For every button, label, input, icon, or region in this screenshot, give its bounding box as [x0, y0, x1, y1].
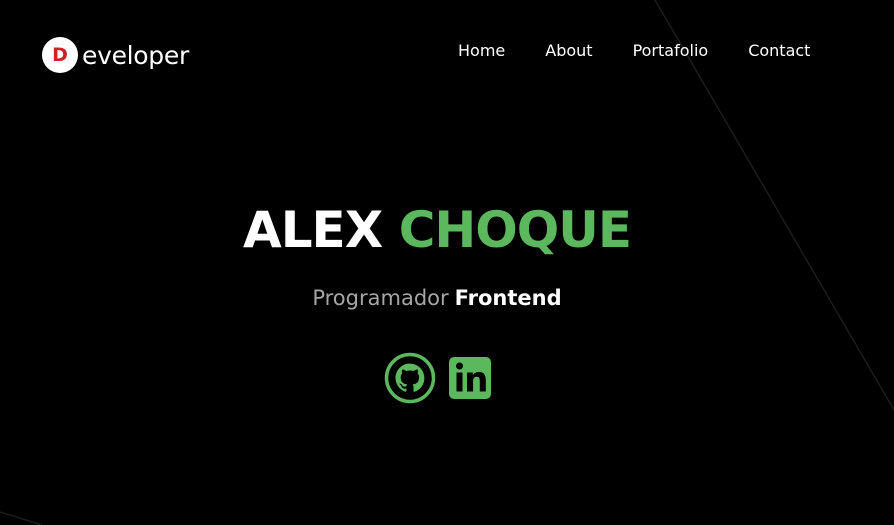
main-nav: Home About Portafolio Contact	[458, 40, 810, 62]
nav-about[interactable]: About	[545, 40, 592, 62]
github-link[interactable]	[384, 352, 436, 404]
logo-text: eveloper	[82, 40, 189, 70]
nav-contact[interactable]: Contact	[748, 40, 810, 62]
site-logo[interactable]: D eveloper	[42, 37, 189, 73]
hero-name-last: CHOQUE	[398, 201, 632, 259]
background-lines	[0, 0, 894, 525]
linkedin-icon	[449, 357, 491, 399]
hero-name-first: ALEX	[243, 201, 383, 259]
nav-home[interactable]: Home	[458, 40, 505, 62]
github-icon	[384, 352, 436, 404]
logo-badge: D	[42, 37, 78, 73]
hero-role: Programador Frontend	[0, 284, 874, 312]
social-links	[384, 352, 504, 404]
nav-portafolio[interactable]: Portafolio	[633, 40, 709, 62]
logo-letter: D	[52, 43, 68, 66]
hero-name: ALEX CHOQUE	[0, 200, 874, 260]
linkedin-link[interactable]	[444, 352, 496, 404]
hero-role-first: Programador	[312, 286, 449, 310]
hero-role-second: Frontend	[454, 286, 562, 310]
